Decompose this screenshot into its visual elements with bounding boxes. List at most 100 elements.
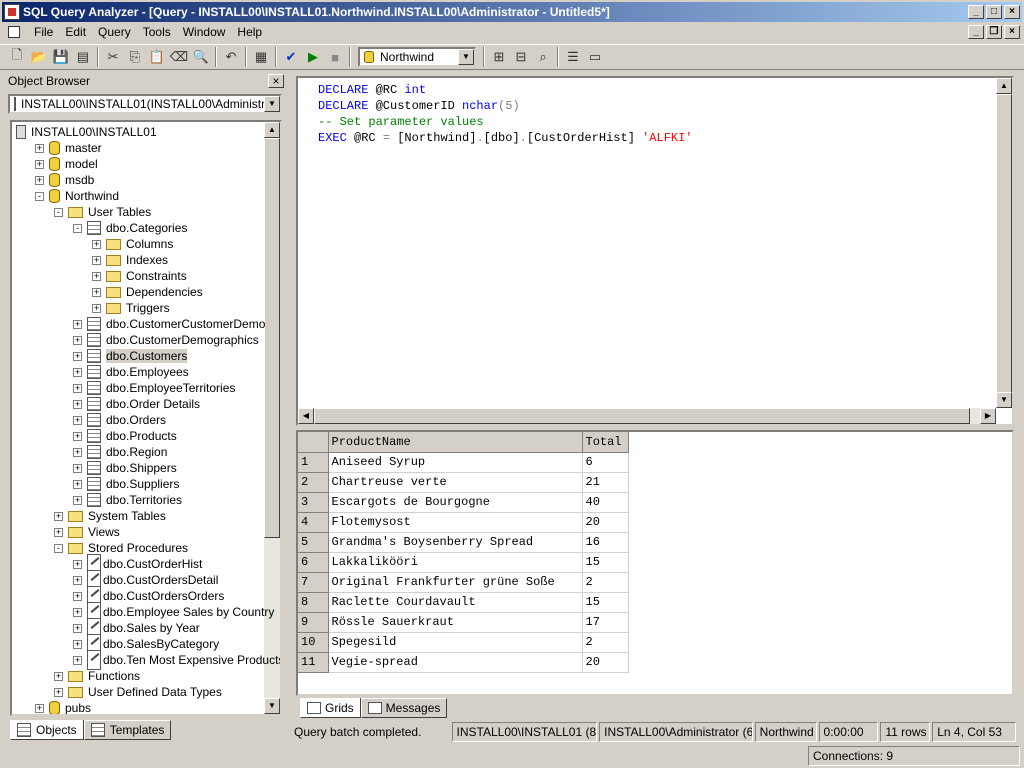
- cancel-query-icon[interactable]: ■: [324, 46, 346, 68]
- expand-icon[interactable]: +: [92, 287, 101, 297]
- load-script-icon[interactable]: ▤: [72, 46, 94, 68]
- tree-node[interactable]: + model: [35, 156, 98, 172]
- tree-node[interactable]: + Functions: [54, 668, 140, 684]
- table-row[interactable]: 9 Rössle Sauerkraut 17: [298, 612, 629, 633]
- expand-icon[interactable]: +: [73, 655, 82, 665]
- expand-icon[interactable]: +: [73, 575, 82, 585]
- execute-query-icon[interactable]: ▶: [302, 46, 324, 68]
- tree-node[interactable]: INSTALL00\INSTALL01: [16, 124, 157, 140]
- tab-grids[interactable]: Grids: [300, 698, 361, 718]
- cut-icon[interactable]: ✂: [102, 46, 124, 68]
- scroll-up-icon[interactable]: ▲: [264, 122, 280, 138]
- object-search-icon[interactable]: ⌕: [532, 46, 554, 68]
- new-query-icon[interactable]: 🗋: [6, 46, 28, 68]
- row-number[interactable]: 8: [298, 592, 329, 613]
- column-header[interactable]: ProductName: [328, 432, 583, 453]
- tree-node[interactable]: + dbo.Order Details: [73, 396, 200, 412]
- expand-icon[interactable]: +: [92, 303, 101, 313]
- row-number[interactable]: 4: [298, 512, 329, 533]
- expand-icon[interactable]: +: [73, 495, 82, 505]
- expand-icon[interactable]: +: [54, 527, 63, 537]
- scroll-right-icon[interactable]: ▶: [980, 408, 996, 424]
- tree-node[interactable]: + Views: [54, 524, 120, 540]
- expand-icon[interactable]: +: [92, 255, 101, 265]
- tree-node[interactable]: + dbo.Ten Most Expensive Products: [73, 650, 280, 670]
- editor-horizontal-scrollbar[interactable]: ◀ ▶: [298, 408, 996, 424]
- menu-window[interactable]: Window: [177, 23, 232, 41]
- object-browser-close-icon[interactable]: ×: [268, 74, 284, 88]
- paste-icon[interactable]: 📋: [146, 46, 168, 68]
- close-button[interactable]: ×: [1004, 5, 1020, 19]
- tree-node[interactable]: + System Tables: [54, 508, 166, 524]
- editor-vertical-scrollbar[interactable]: ▲ ▼: [996, 78, 1012, 408]
- row-number[interactable]: 9: [298, 612, 329, 633]
- grid-cell[interactable]: Raclette Courdavault: [328, 592, 583, 613]
- grid-cell[interactable]: 40: [582, 492, 629, 513]
- tree-node[interactable]: + dbo.Territories: [73, 492, 182, 508]
- tree-vertical-scrollbar[interactable]: ▲ ▼: [264, 122, 280, 714]
- expand-icon[interactable]: +: [73, 367, 82, 377]
- parse-query-icon[interactable]: ✔: [280, 46, 302, 68]
- table-row[interactable]: 7 Original Frankfurter grüne Soße 2: [298, 572, 629, 593]
- row-number[interactable]: 3: [298, 492, 329, 513]
- tree-node[interactable]: + dbo.Region: [73, 444, 167, 460]
- tree-node[interactable]: + dbo.CustomerCustomerDemo: [73, 316, 265, 332]
- grid-corner[interactable]: [298, 432, 329, 453]
- tree-node[interactable]: + Columns: [92, 236, 173, 252]
- expand-icon[interactable]: +: [73, 559, 82, 569]
- document-icon[interactable]: [6, 24, 24, 40]
- tree-node[interactable]: + msdb: [35, 172, 94, 188]
- grid-cell[interactable]: 6: [582, 452, 629, 473]
- tree-node[interactable]: + dbo.Employee Sales by Country: [73, 602, 274, 622]
- expand-icon[interactable]: +: [73, 463, 82, 473]
- menu-query[interactable]: Query: [92, 23, 137, 41]
- grid-cell[interactable]: Original Frankfurter grüne Soße: [328, 572, 583, 593]
- expand-icon[interactable]: +: [73, 383, 82, 393]
- grid-cell[interactable]: 15: [582, 592, 629, 613]
- menu-edit[interactable]: Edit: [59, 23, 92, 41]
- current-connection-properties-icon[interactable]: ☰: [562, 46, 584, 68]
- tree-node[interactable]: + Triggers: [92, 300, 170, 316]
- expand-icon[interactable]: +: [92, 239, 101, 249]
- expand-icon[interactable]: +: [35, 143, 44, 153]
- expand-icon[interactable]: +: [73, 639, 82, 649]
- table-row[interactable]: 6 Lakkalikööri 15: [298, 552, 629, 573]
- grid-cell[interactable]: Vegie-spread: [328, 652, 583, 673]
- expand-icon[interactable]: +: [73, 607, 82, 617]
- grid-cell[interactable]: 2: [582, 572, 629, 593]
- tree-node[interactable]: + dbo.EmployeeTerritories: [73, 380, 235, 396]
- scroll-left-icon[interactable]: ◀: [298, 408, 314, 424]
- tree-node[interactable]: + dbo.Customers: [73, 348, 188, 364]
- results-grid[interactable]: ProductName Total 1 Aniseed Syrup 6 2 Chartreu…: [296, 430, 1014, 696]
- mdi-minimize-button[interactable]: _: [968, 25, 984, 39]
- grid-cell[interactable]: Aniseed Syrup: [328, 452, 583, 473]
- table-row[interactable]: 10 Spegesild 2: [298, 632, 629, 653]
- grid-cell[interactable]: Lakkalikööri: [328, 552, 583, 573]
- grid-cell[interactable]: Spegesild: [328, 632, 583, 653]
- row-number[interactable]: 6: [298, 552, 329, 573]
- table-row[interactable]: 11 Vegie-spread 20: [298, 652, 629, 673]
- grid-cell[interactable]: 20: [582, 512, 629, 533]
- expand-icon[interactable]: +: [73, 591, 82, 601]
- object-tree[interactable]: ▲ ▼ INSTALL00\INSTALL01 + master + model + msd…: [10, 120, 282, 716]
- scroll-thumb[interactable]: [996, 94, 1012, 394]
- row-number[interactable]: 5: [298, 532, 329, 553]
- grid-cell[interactable]: 2: [582, 632, 629, 653]
- menu-tools[interactable]: Tools: [137, 23, 177, 41]
- mdi-close-button[interactable]: ×: [1004, 25, 1020, 39]
- tab-messages[interactable]: Messages: [360, 698, 448, 718]
- tree-node[interactable]: + Constraints: [92, 268, 187, 284]
- server-combo[interactable]: INSTALL00\INSTALL01(INSTALL00\Administra…: [8, 94, 282, 114]
- scroll-thumb[interactable]: [264, 138, 280, 538]
- minimize-button[interactable]: _: [968, 5, 984, 19]
- show-results-pane-icon[interactable]: ▭: [584, 46, 606, 68]
- tree-node[interactable]: + dbo.Employees: [73, 364, 189, 380]
- expand-icon[interactable]: +: [35, 159, 44, 169]
- grid-cell[interactable]: Escargots de Bourgogne: [328, 492, 583, 513]
- expand-icon[interactable]: +: [73, 447, 82, 457]
- tree-node[interactable]: + dbo.Shippers: [73, 460, 177, 476]
- tree-node[interactable]: - Stored Procedures: [54, 540, 188, 556]
- object-browser-icon[interactable]: ⊟: [510, 46, 532, 68]
- database-select[interactable]: Northwind ▼: [358, 47, 476, 67]
- expand-icon[interactable]: +: [73, 431, 82, 441]
